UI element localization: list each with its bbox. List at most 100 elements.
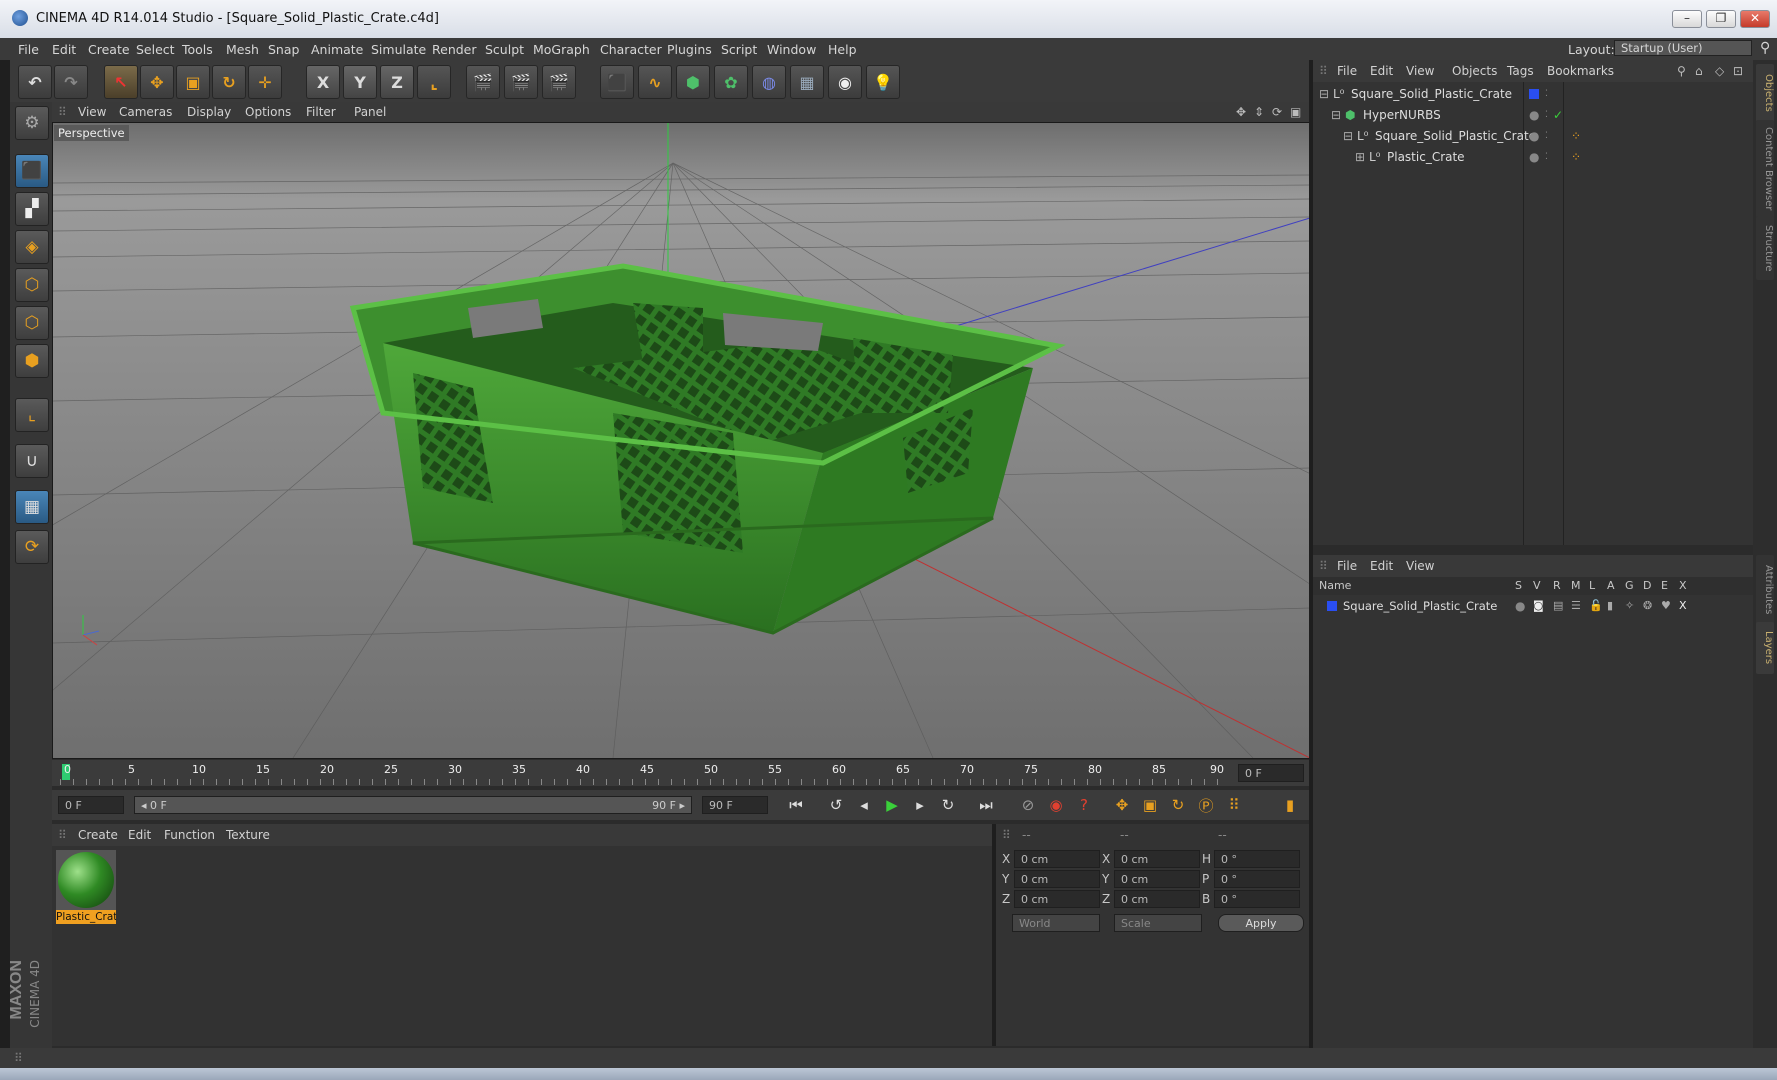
lock-toggle-icon[interactable]: 🔓 [1589, 596, 1603, 616]
x-axis-lock-button[interactable]: X [306, 65, 340, 99]
view-toggle-icon[interactable]: ◙ [1533, 596, 1544, 616]
viewport-zoom-icon[interactable]: ⇕ [1254, 105, 1264, 119]
menu-edit[interactable]: Edit [52, 42, 76, 57]
expand-icon[interactable]: ⊟ [1331, 105, 1341, 125]
col-deformers[interactable]: D [1643, 579, 1651, 592]
menu-animate[interactable]: Animate [311, 42, 363, 57]
viewport-maximize-icon[interactable]: ▣ [1290, 105, 1301, 119]
col-name[interactable]: Name [1319, 579, 1351, 592]
menu-sculpt[interactable]: Sculpt [485, 42, 524, 57]
col-view[interactable]: V [1533, 579, 1541, 592]
col-generators[interactable]: G [1625, 579, 1634, 592]
axis-mode-icon[interactable]: ⌞ [15, 398, 49, 432]
object-name[interactable]: Plastic_Crate [1387, 147, 1465, 167]
size-y-field[interactable]: 0 cm [1114, 870, 1200, 888]
go-to-end-icon[interactable]: ⏭ [974, 794, 998, 816]
object-name[interactable]: HyperNURBS [1363, 105, 1441, 125]
object-name[interactable]: Square_Solid_Plastic_Crate [1351, 84, 1512, 104]
layer-name[interactable]: Square_Solid_Plastic_Crate [1343, 596, 1497, 616]
enabled-check-icon[interactable]: ✓ [1553, 105, 1563, 125]
restore-button[interactable]: ❐ [1706, 10, 1736, 28]
apply-button[interactable]: Apply [1218, 914, 1304, 932]
viewport-menu-display[interactable]: Display [187, 105, 231, 119]
om-menu-edit[interactable]: Edit [1370, 64, 1393, 78]
panel-divider[interactable] [992, 824, 996, 1046]
rotation-b-field[interactable]: 0 ° [1214, 890, 1300, 908]
menu-window[interactable]: Window [767, 42, 816, 57]
tab-attributes[interactable]: Attributes [1756, 555, 1774, 625]
object-row[interactable]: ⊟ ⬢ HyperNURBS ● ⁚ ✓ [1313, 105, 1613, 125]
floor-environment-icon[interactable]: ▦ [790, 65, 824, 99]
play-icon[interactable]: ▶ [880, 794, 904, 816]
points-mode-icon[interactable]: ⬡ [15, 268, 49, 302]
workplane-mode-icon[interactable]: ◈ [15, 230, 49, 264]
viewport-rotate-icon[interactable]: ⟳ [1272, 105, 1282, 119]
col-render[interactable]: R [1553, 579, 1561, 592]
menu-snap[interactable]: Snap [268, 42, 299, 57]
manager-toggle-icon[interactable]: ☰ [1571, 596, 1581, 616]
layer-row[interactable]: Square_Solid_Plastic_Crate ● ◙ ▤ ☰ 🔓 ▮ ✧… [1313, 596, 1753, 616]
autokey-icon[interactable]: ◉ [1044, 794, 1068, 816]
panel-grip-icon[interactable]: ⠿ [58, 105, 67, 119]
visibility-dots-icon[interactable]: ⁚ [1545, 105, 1548, 125]
viewport-menu-panel[interactable]: Panel [354, 105, 386, 119]
material-menu-function[interactable]: Function [164, 828, 215, 842]
col-locked[interactable]: L [1589, 579, 1595, 592]
close-button[interactable]: ✕ [1740, 10, 1770, 28]
object-row[interactable]: ⊞ L⁰ Plastic_Crate ● ⁚ ⁘ [1313, 147, 1613, 167]
visibility-dots-icon[interactable]: ⁚ [1545, 84, 1548, 104]
start-frame-field[interactable]: 0 F [58, 796, 124, 814]
key-scale-icon[interactable]: ▣ [1138, 794, 1162, 816]
search-icon[interactable]: ⚲ [1760, 40, 1770, 56]
deformer-icon[interactable]: ◍ [752, 65, 786, 99]
array-mograph-icon[interactable]: ✿ [714, 65, 748, 99]
menu-mograph[interactable]: MoGraph [533, 42, 590, 57]
om-menu-view[interactable]: View [1406, 64, 1434, 78]
expand-icon[interactable]: ⊟ [1343, 126, 1353, 146]
menu-mesh[interactable]: Mesh [226, 42, 259, 57]
xref-toggle-icon[interactable]: X [1679, 596, 1687, 616]
col-xref[interactable]: X [1679, 579, 1687, 592]
menu-select[interactable]: Select [136, 42, 175, 57]
viewport-menu-cameras[interactable]: Cameras [119, 105, 172, 119]
3d-viewport[interactable] [52, 122, 1311, 759]
om-menu-objects[interactable]: Objects [1452, 64, 1497, 78]
size-mode-dropdown[interactable]: Scale [1114, 914, 1202, 932]
viewport-menu-options[interactable]: Options [245, 105, 291, 119]
menu-script[interactable]: Script [721, 42, 757, 57]
render-toggle-icon[interactable]: ▤ [1553, 596, 1563, 616]
move-tool-icon[interactable]: ✥ [140, 65, 174, 99]
rotate-tool-icon[interactable]: ↻ [212, 65, 246, 99]
make-editable-icon[interactable]: ⚙ [15, 106, 49, 140]
timeline-window-icon[interactable]: ▮ [1278, 794, 1302, 816]
expand-icon[interactable]: ⊞ [1355, 147, 1365, 167]
generator-toggle-icon[interactable]: ✧ [1625, 596, 1634, 616]
step-forward-icon[interactable]: ▸ [908, 794, 932, 816]
material-tag-icon[interactable]: ⁘ [1571, 147, 1581, 167]
key-parameter-icon[interactable]: Ⓟ [1194, 794, 1218, 816]
menu-create[interactable]: Create [88, 42, 130, 57]
end-frame-field[interactable]: 90 F [702, 796, 768, 814]
lm-menu-view[interactable]: View [1406, 559, 1434, 573]
panel-grip-icon[interactable]: ⠿ [14, 1051, 23, 1065]
record-keys-icon[interactable]: ⊘ [1016, 794, 1040, 816]
menu-simulate[interactable]: Simulate [371, 42, 426, 57]
om-menu-file[interactable]: File [1337, 64, 1357, 78]
col-solo[interactable]: S [1515, 579, 1522, 592]
expression-toggle-icon[interactable]: ♥ [1661, 596, 1671, 616]
z-axis-lock-button[interactable]: Z [380, 65, 414, 99]
lm-menu-edit[interactable]: Edit [1370, 559, 1393, 573]
material-menu-create[interactable]: Create [78, 828, 118, 842]
tab-structure[interactable]: Structure [1756, 216, 1774, 280]
new-window-icon[interactable]: ⊡ [1733, 64, 1743, 78]
layout-dropdown[interactable]: Startup (User) [1614, 40, 1752, 56]
menu-character[interactable]: Character [600, 42, 662, 57]
col-animation[interactable]: A [1607, 579, 1615, 592]
solo-dot-icon[interactable]: ● [1515, 596, 1525, 616]
texture-mode-icon[interactable]: ▞ [15, 192, 49, 226]
timeline-ruler[interactable]: 0 5 10 15 20 25 30 35 40 45 50 55 60 65 … [52, 760, 1309, 786]
position-x-field[interactable]: 0 cm [1014, 850, 1100, 868]
expand-icon[interactable]: ⊟ [1319, 84, 1329, 104]
cinema4d-app-icon[interactable] [12, 10, 28, 26]
deformer-toggle-icon[interactable]: ❂ [1643, 596, 1652, 616]
